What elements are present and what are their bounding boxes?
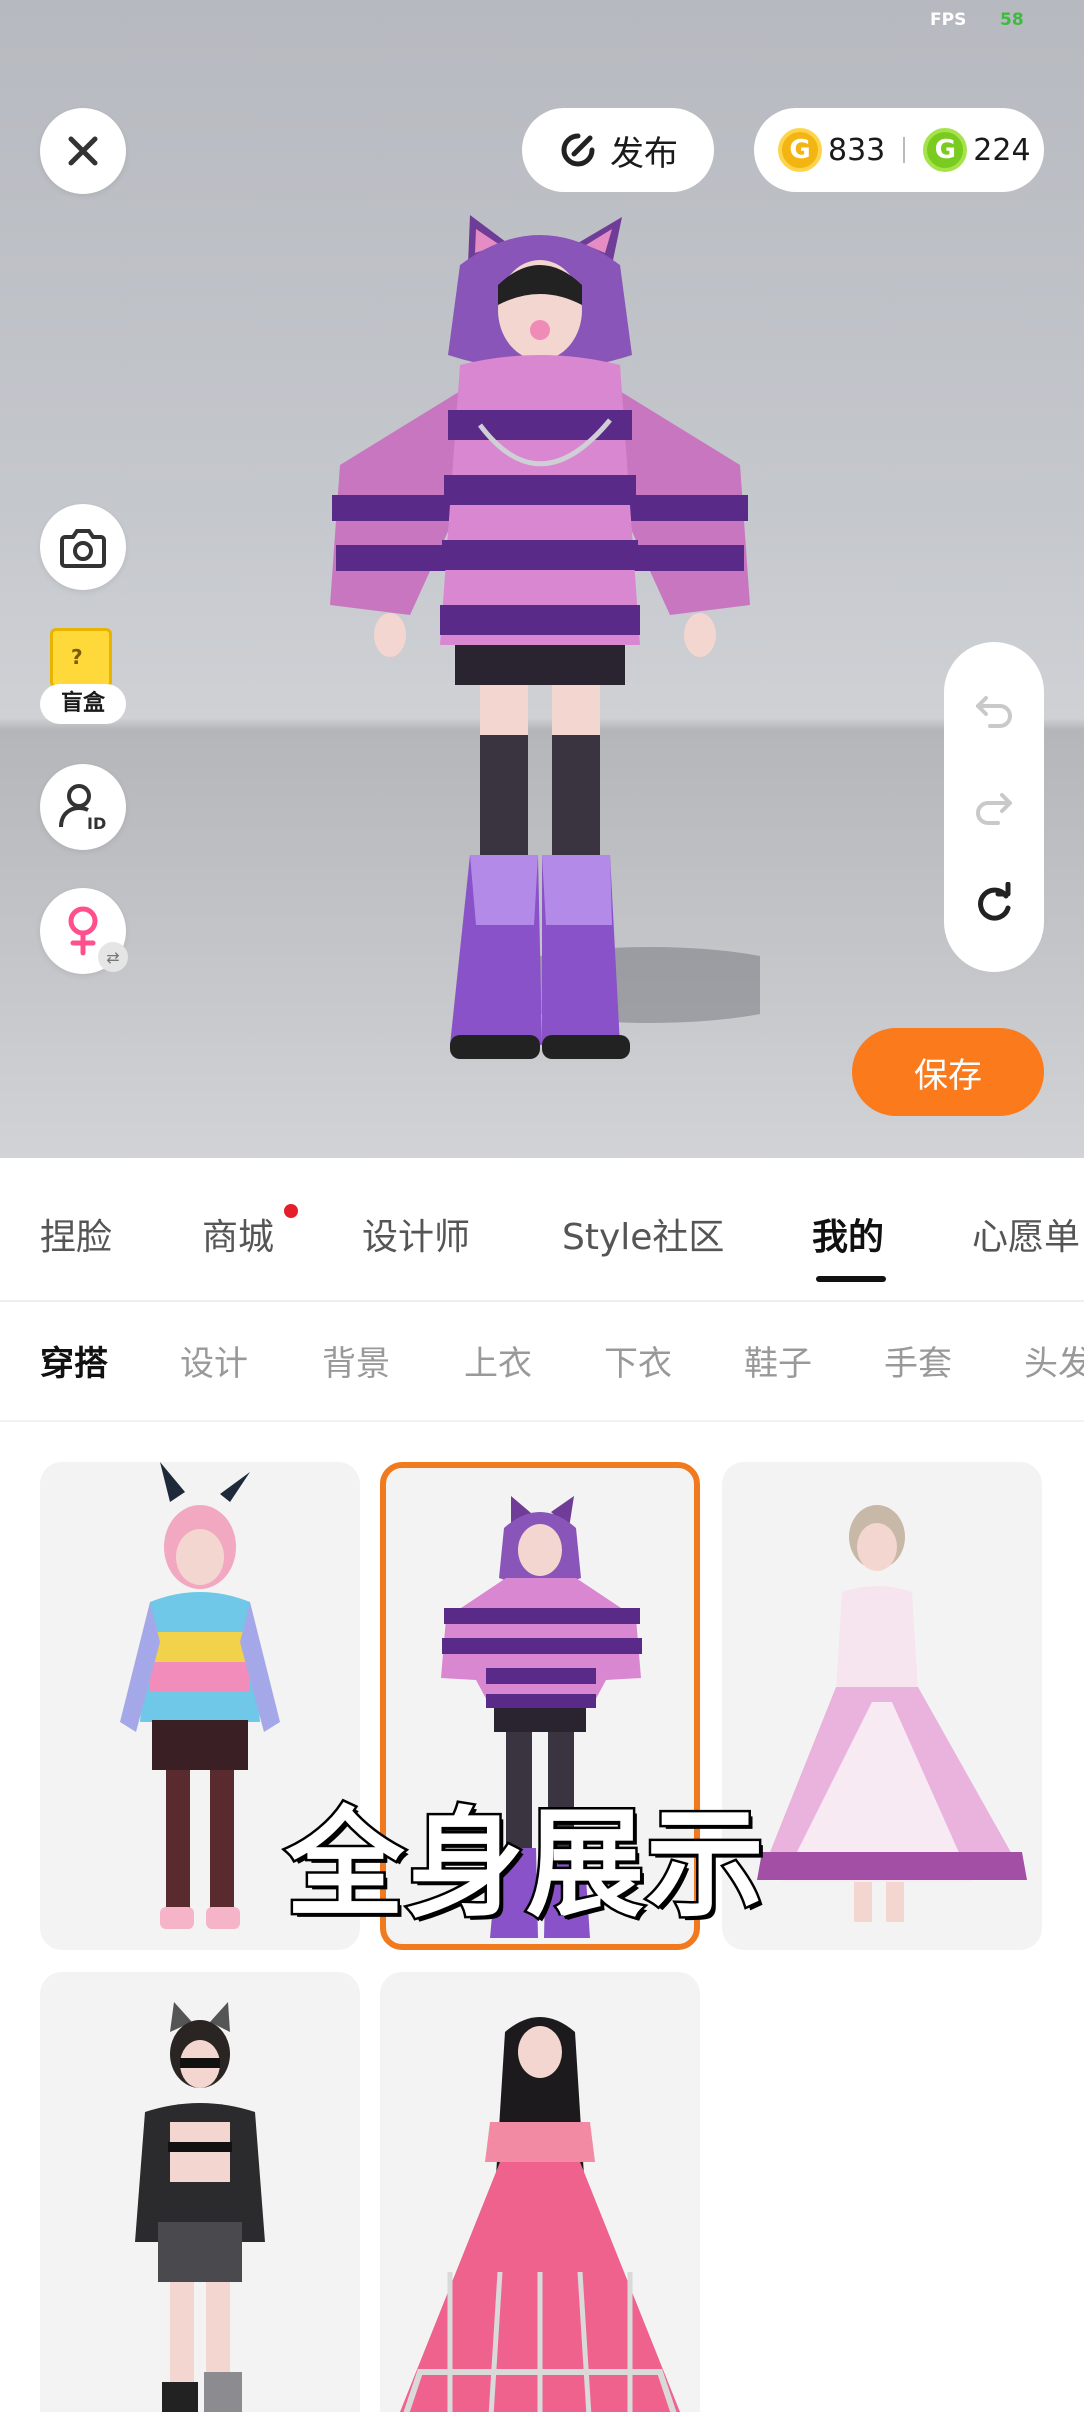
redo-icon[interactable] <box>972 785 1016 829</box>
avatar-3d-model[interactable] <box>320 205 760 1105</box>
overlay-caption: 全身展示 <box>283 1793 767 1936</box>
blind-box-button[interactable]: 盲盒 <box>40 628 126 728</box>
outfit-thumbnail <box>135 2002 265 2412</box>
close-button[interactable] <box>40 108 126 194</box>
avatar-preview-stage[interactable]: FPS 58 发布 G 833 G 224 盲盒 <box>0 0 1084 1158</box>
outfit-card[interactable] <box>40 1972 360 2412</box>
subtab-outfit[interactable]: 穿搭 <box>40 1336 108 1385</box>
outfit-card[interactable] <box>380 1972 700 2412</box>
tab-style-community[interactable]: Style社区 <box>562 1208 724 1260</box>
publish-button[interactable]: 发布 <box>522 108 714 192</box>
outfit-thumbnail <box>400 2017 680 2412</box>
subtab-bottom[interactable]: 下衣 <box>604 1336 672 1385</box>
subtab-gloves[interactable]: 手套 <box>884 1336 952 1385</box>
currency-divider <box>903 137 906 163</box>
subtab-top[interactable]: 上衣 <box>464 1336 532 1385</box>
swap-icon: ⇄ <box>98 942 128 972</box>
blind-box-icon <box>50 628 112 688</box>
tab-mall[interactable]: 商城 <box>202 1208 274 1260</box>
history-controls <box>944 642 1044 972</box>
tab-designer[interactable]: 设计师 <box>362 1208 470 1260</box>
fps-value: 58 <box>1000 10 1024 30</box>
camera-button[interactable] <box>40 504 126 590</box>
main-tab-bar: 捏脸 商城 设计师 Style社区 我的 心愿单 <box>0 1158 1084 1302</box>
outfit-thumbnail <box>757 1505 1027 1922</box>
tab-mine[interactable]: 我的 <box>812 1208 884 1260</box>
active-tab-indicator <box>816 1276 886 1282</box>
close-icon <box>68 136 98 166</box>
save-button[interactable]: 保存 <box>852 1028 1044 1116</box>
camera-icon <box>60 529 106 568</box>
green-coin-count: 224 <box>973 132 1031 168</box>
blind-box-label: 盲盒 <box>40 684 126 724</box>
fps-label: FPS <box>930 10 967 30</box>
user-id-icon: ID <box>59 784 106 833</box>
sub-tab-bar: 穿搭 设计 背景 上衣 下衣 鞋子 手套 头发 <box>0 1302 1084 1422</box>
svg-text:ID: ID <box>87 814 106 833</box>
green-coin-icon: G <box>923 128 968 172</box>
gender-switch-button[interactable]: ⇄ <box>40 888 128 974</box>
subtab-hair[interactable]: 头发 <box>1024 1336 1084 1385</box>
outfit-card[interactable] <box>722 1462 1042 1950</box>
subtab-background[interactable]: 背景 <box>322 1336 390 1385</box>
publish-icon <box>561 133 595 167</box>
tab-wishlist[interactable]: 心愿单 <box>972 1208 1080 1260</box>
reset-icon[interactable] <box>972 881 1016 926</box>
currency-balance[interactable]: G 833 G 224 <box>754 108 1044 192</box>
publish-label: 发布 <box>610 133 678 174</box>
subtab-shoes[interactable]: 鞋子 <box>744 1336 812 1385</box>
tab-face[interactable]: 捏脸 <box>40 1208 112 1260</box>
gold-coin-count: 833 <box>828 132 886 168</box>
female-icon <box>68 906 98 956</box>
gold-coin-icon: G <box>778 128 822 172</box>
avatar-id-button[interactable]: ID <box>40 764 126 850</box>
undo-icon[interactable] <box>972 688 1016 732</box>
subtab-design[interactable]: 设计 <box>180 1336 248 1385</box>
notification-dot <box>284 1204 298 1218</box>
